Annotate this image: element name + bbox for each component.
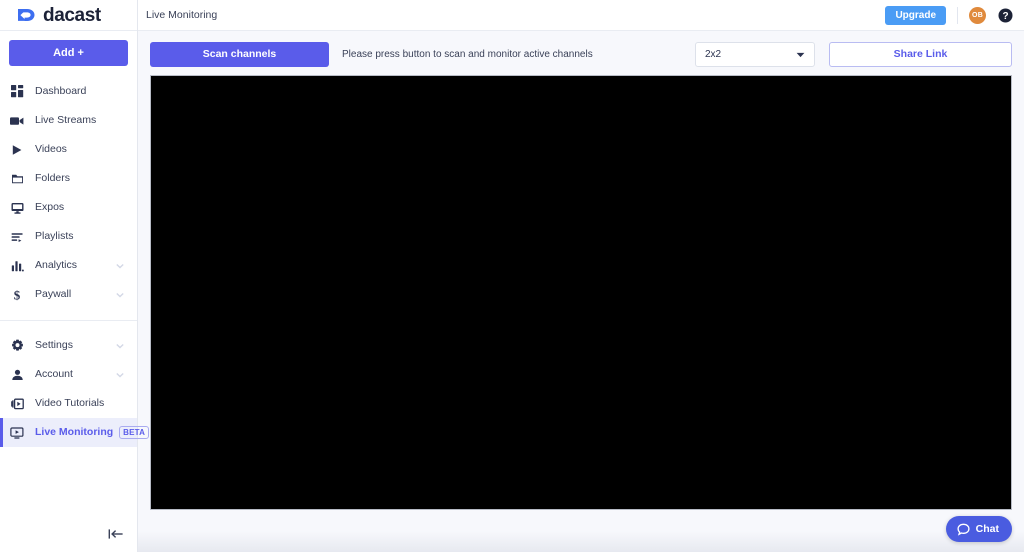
sidebar-item-playlists[interactable]: Playlists — [0, 222, 137, 251]
folder-icon — [8, 170, 26, 188]
monitoring-toolbar: Scan channels Please press button to sca… — [138, 31, 1024, 75]
collapse-sidebar-icon[interactable] — [108, 528, 124, 540]
video-tutorials-icon — [8, 395, 26, 413]
brand-logo[interactable]: dacast — [0, 0, 137, 31]
main-content: Live Monitoring Upgrade OB ? Scan channe… — [138, 0, 1024, 552]
scan-channels-button[interactable]: Scan channels — [150, 42, 329, 67]
sidebar-item-label: Videos — [35, 143, 67, 156]
chevron-down-icon[interactable] — [116, 263, 124, 268]
sidebar-item-account[interactable]: Account — [0, 360, 137, 389]
chat-bubble-icon — [957, 523, 970, 536]
video-monitoring-stage[interactable] — [150, 75, 1012, 510]
avatar[interactable]: OB — [969, 6, 986, 24]
brand-name: dacast — [43, 4, 101, 26]
sidebar-item-live-monitoring[interactable]: Live Monitoring BETA — [0, 418, 150, 447]
sidebar-collapse-row — [0, 516, 137, 552]
sidebar-item-analytics[interactable]: Analytics — [0, 251, 137, 280]
dacast-chevron-logo-icon — [16, 5, 36, 25]
video-stage-wrap — [138, 75, 1024, 531]
sidebar-item-expos[interactable]: Expos — [0, 193, 137, 222]
play-triangle-icon — [8, 141, 26, 159]
topbar: Live Monitoring Upgrade OB ? — [138, 0, 1024, 31]
share-link-button[interactable]: Share Link — [829, 42, 1012, 67]
question-mark-help-icon[interactable]: ? — [998, 8, 1013, 23]
live-monitoring-screen-icon — [8, 424, 26, 442]
sidebar-item-label: Live Streams — [35, 114, 97, 127]
sidebar-item-label: Dashboard — [35, 85, 87, 98]
svg-text:$: $ — [14, 288, 21, 302]
gear-icon — [8, 337, 26, 355]
playlist-lines-icon — [8, 228, 26, 246]
beta-badge: BETA — [119, 425, 150, 440]
chevron-down-icon[interactable] — [116, 372, 124, 377]
chat-widget-button[interactable]: Chat — [945, 516, 1012, 542]
sidebar-item-label: Live Monitoring — [35, 426, 114, 439]
sidebar-item-label: Video Tutorials — [35, 397, 105, 410]
sidebar-item-video-tutorials[interactable]: Video Tutorials — [0, 389, 137, 418]
bottom-strip — [138, 531, 1024, 552]
dropdown-arrow-icon — [796, 52, 805, 58]
bar-chart-icon — [8, 257, 26, 275]
topbar-actions: Upgrade OB ? — [885, 5, 1013, 25]
add-button-wrap: Add + — [0, 31, 137, 66]
sidebar: dacast Add + Dashboard Live Streams Vide… — [0, 0, 150, 552]
svg-text:?: ? — [1002, 11, 1008, 22]
sidebar-nav-secondary: Settings Account Video Tutorials Live Mo… — [0, 321, 150, 447]
scan-hint-text: Please press button to scan and monitor … — [342, 48, 593, 60]
toolbar-right-actions: 2x2 Share Link — [695, 42, 1012, 67]
sidebar-item-label: Analytics — [35, 259, 78, 272]
dashboard-grid-icon — [8, 83, 26, 101]
sidebar-item-videos[interactable]: Videos — [0, 135, 137, 164]
chat-widget-label: Chat — [975, 522, 999, 535]
chevron-down-icon[interactable] — [116, 343, 124, 348]
sidebar-item-paywall[interactable]: $ Paywall — [0, 280, 137, 309]
page-title: Live Monitoring — [146, 8, 218, 21]
sidebar-item-label: Settings — [35, 339, 73, 352]
dollar-sign-icon: $ — [8, 286, 26, 304]
add-button[interactable]: Add + — [9, 40, 128, 66]
grid-layout-select[interactable]: 2x2 — [695, 42, 815, 67]
topbar-separator — [957, 6, 958, 24]
sidebar-item-live-streams[interactable]: Live Streams — [0, 106, 137, 135]
grid-layout-value: 2x2 — [705, 48, 722, 60]
app-root: dacast Add + Dashboard Live Streams Vide… — [0, 0, 1024, 552]
sidebar-item-folders[interactable]: Folders — [0, 164, 137, 193]
sidebar-item-label: Expos — [35, 201, 65, 214]
sidebar-nav-primary: Dashboard Live Streams Videos Folders Ex… — [0, 66, 137, 309]
video-camera-icon — [8, 112, 26, 130]
sidebar-item-label: Playlists — [35, 230, 74, 243]
person-icon — [8, 366, 26, 384]
chevron-down-icon[interactable] — [116, 292, 124, 297]
sidebar-item-dashboard[interactable]: Dashboard — [0, 77, 137, 106]
monitor-icon — [8, 199, 26, 217]
sidebar-item-settings[interactable]: Settings — [0, 331, 137, 360]
sidebar-item-label: Paywall — [35, 288, 72, 301]
sidebar-item-label: Folders — [35, 172, 71, 185]
sidebar-item-label: Account — [35, 368, 73, 381]
upgrade-button[interactable]: Upgrade — [885, 5, 946, 25]
